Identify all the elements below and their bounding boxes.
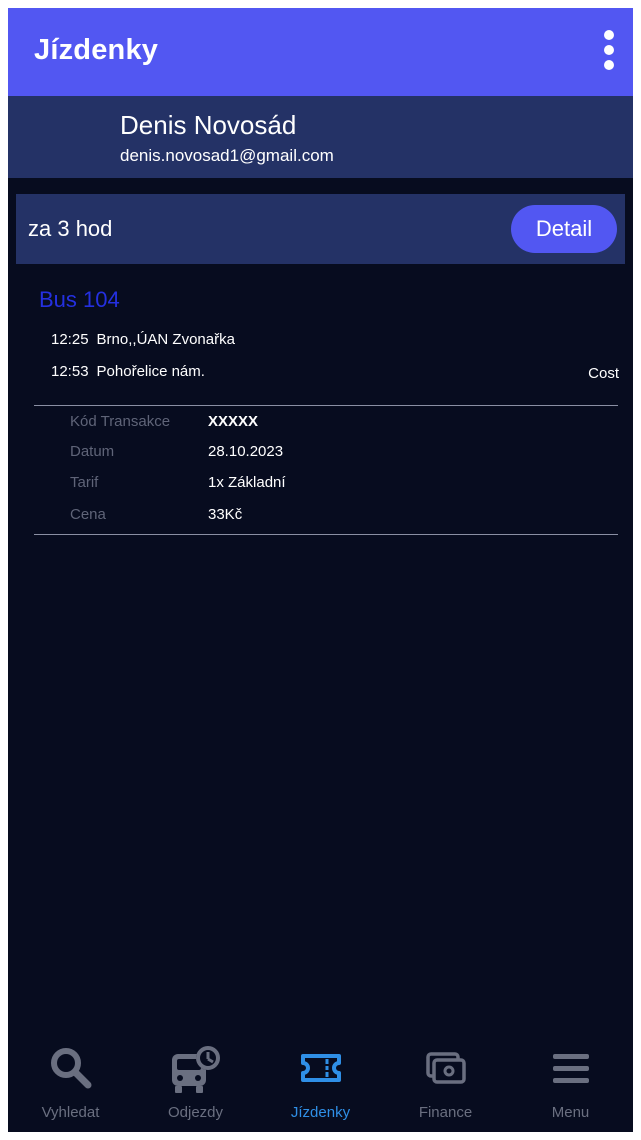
bottom-navigation: Vyhledat Odjezdy Jízdenky Finance Menu	[8, 1042, 633, 1132]
search-icon	[8, 1044, 133, 1096]
divider	[34, 534, 618, 535]
stop-time: 12:25	[51, 331, 89, 348]
stop-name: Pohořelice nám.	[96, 363, 205, 380]
ticket-header: za 3 hod Detail	[16, 194, 625, 264]
detail-value: XXXXX	[208, 413, 259, 430]
nav-label: Vyhledat	[41, 1104, 100, 1121]
nav-item-jizdenky[interactable]: Jízdenky	[258, 1042, 383, 1132]
nav-item-menu[interactable]: Menu	[508, 1042, 633, 1132]
detail-key: Tarif	[70, 474, 99, 491]
nav-item-vyhledat[interactable]: Vyhledat	[8, 1042, 133, 1132]
detail-key: Datum	[70, 443, 115, 460]
stop-name: Brno,,ÚAN Zvonařka	[96, 331, 235, 348]
nav-item-finance[interactable]: Finance	[383, 1042, 508, 1132]
ticket-departure-in: za 3 hod	[28, 216, 113, 241]
app-screen: Jízdenky Denis Novosád denis.novosad1@gm…	[8, 8, 633, 1132]
detail-value: 28.10.2023	[208, 443, 284, 460]
cost-label: Cost	[588, 365, 619, 382]
stop-departure: 12:25 Brno,,ÚAN Zvonařka	[51, 331, 235, 348]
account-email: denis.novosad1@gmail.com	[120, 146, 334, 165]
nav-label: Jízdenky	[290, 1104, 351, 1121]
detail-value: 33Kč	[208, 506, 243, 523]
nav-label: Odjezdy	[167, 1104, 224, 1121]
app-bar: Jízdenky	[8, 8, 633, 96]
wallet-icon	[383, 1044, 508, 1096]
stop-time: 12:53	[51, 363, 89, 380]
nav-label: Finance	[418, 1104, 473, 1121]
detail-key: Cena	[70, 506, 106, 523]
detail-value: 1x Základní	[208, 474, 286, 491]
detail-button[interactable]: Detail	[511, 205, 617, 253]
ticket-icon	[258, 1044, 383, 1096]
divider	[34, 405, 618, 406]
hamburger-menu-icon	[508, 1044, 633, 1096]
nav-item-odjezdy[interactable]: Odjezdy	[133, 1042, 258, 1132]
page-title: Jízdenky	[34, 34, 159, 66]
bus-line: Bus 104	[39, 287, 120, 312]
account-header: Denis Novosád denis.novosad1@gmail.com	[8, 96, 633, 178]
bus-clock-icon	[133, 1044, 258, 1096]
detail-key: Kód Transakce	[70, 413, 171, 430]
more-vert-icon[interactable]	[599, 28, 619, 74]
account-name: Denis Novosád	[120, 110, 297, 140]
nav-label: Menu	[551, 1104, 590, 1121]
stop-arrival: 12:53 Pohořelice nám.	[51, 363, 205, 380]
